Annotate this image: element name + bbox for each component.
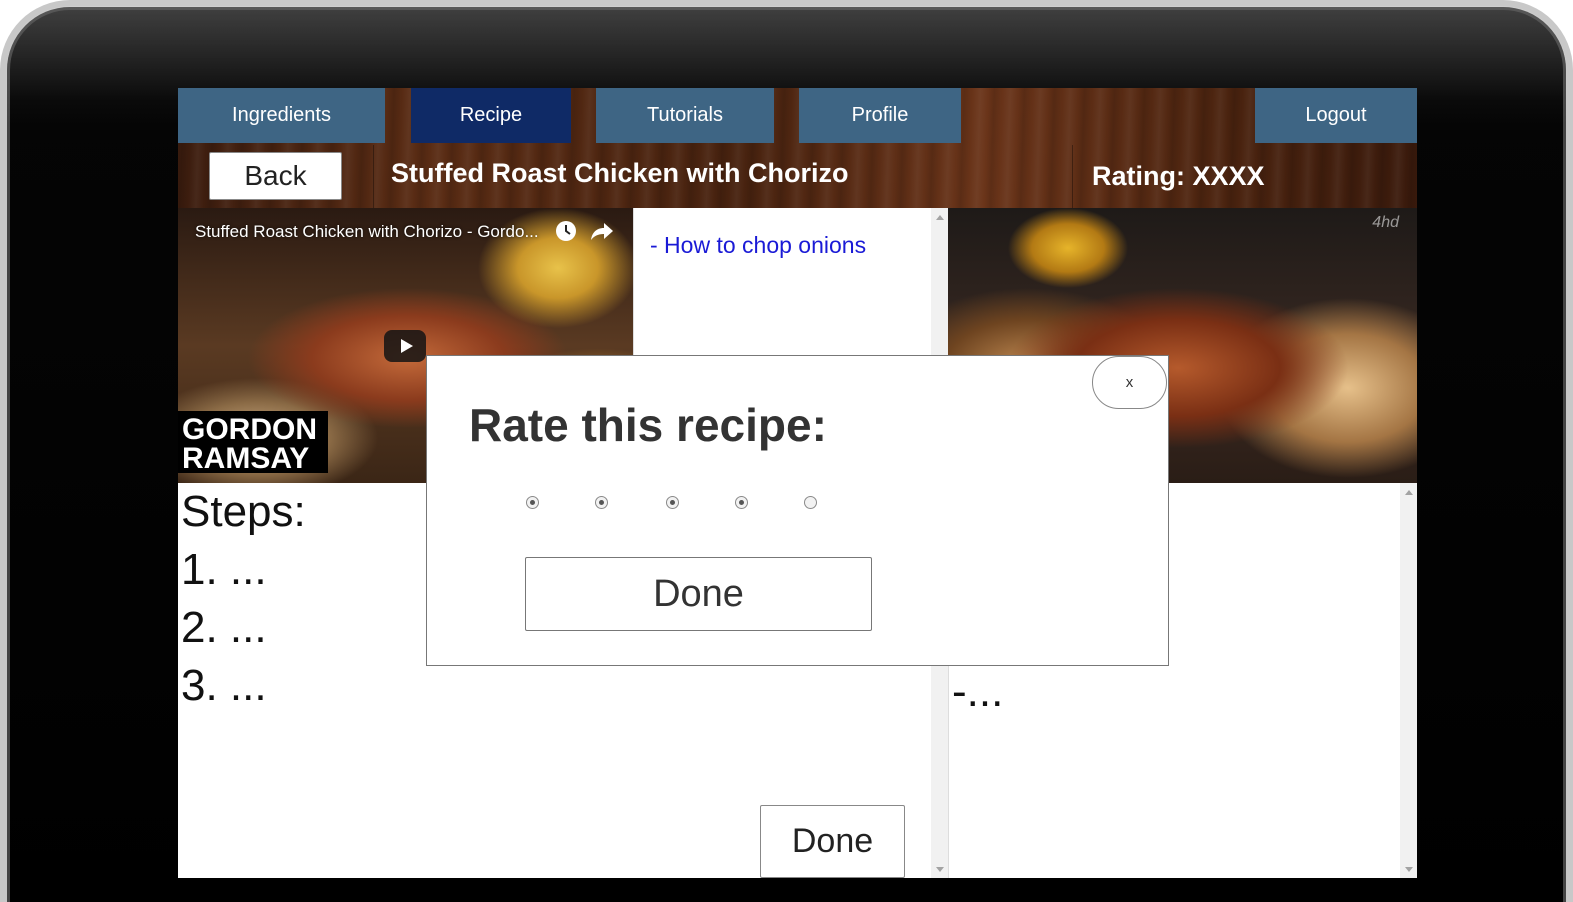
play-button[interactable] xyxy=(384,330,426,362)
play-icon xyxy=(400,339,413,353)
dialog-title: Rate this recipe: xyxy=(469,399,827,451)
share-icon[interactable] xyxy=(590,220,614,242)
dialog-done-button[interactable]: Done xyxy=(525,557,872,631)
brand-line-2: RAMSAY xyxy=(182,442,310,475)
scroll-up-arrow[interactable] xyxy=(1400,485,1417,499)
steps-heading: Steps: xyxy=(181,487,306,536)
logout-button[interactable]: Logout xyxy=(1255,88,1417,143)
rating-label: Rating: XXXX xyxy=(1092,161,1265,191)
step-item: 2. ... xyxy=(181,603,267,652)
rating-radio-1[interactable] xyxy=(526,496,539,509)
scroll-down-arrow[interactable] xyxy=(931,862,948,876)
ingredient-item: -... xyxy=(952,667,1004,716)
close-button[interactable]: x xyxy=(1092,356,1167,409)
done-button[interactable]: Done xyxy=(760,805,905,878)
rating-radio-5[interactable] xyxy=(804,496,817,509)
brand-line-1: GORDON xyxy=(182,413,317,446)
scroll-up-arrow[interactable] xyxy=(931,210,948,224)
tab-ingredients[interactable]: Ingredients xyxy=(178,88,385,143)
clock-icon[interactable] xyxy=(555,220,577,242)
tab-tutorials[interactable]: Tutorials xyxy=(596,88,774,143)
rate-recipe-dialog: x Rate this recipe: Done xyxy=(426,355,1169,666)
watermark-logo: 4hd xyxy=(1372,214,1399,231)
rating-radio-4[interactable] xyxy=(735,496,748,509)
tutorial-link-chop-onions[interactable]: - How to chop onions xyxy=(650,232,866,259)
ingredients-scrollbar[interactable] xyxy=(1400,483,1417,878)
step-item: 3. ... xyxy=(181,661,267,710)
gordon-ramsay-logo: GORDON RAMSAY xyxy=(178,411,328,475)
header-divider xyxy=(1072,145,1073,208)
recipe-title: Stuffed Roast Chicken with Chorizo xyxy=(391,158,849,188)
tab-profile[interactable]: Profile xyxy=(799,88,961,143)
tab-recipe[interactable]: Recipe xyxy=(411,88,571,143)
scroll-down-arrow[interactable] xyxy=(1400,862,1417,876)
step-item: 1. ... xyxy=(181,545,267,594)
rating-radio-2[interactable] xyxy=(595,496,608,509)
header-divider xyxy=(373,145,374,208)
rating-radio-3[interactable] xyxy=(666,496,679,509)
back-button[interactable]: Back xyxy=(209,152,342,200)
video-title[interactable]: Stuffed Roast Chicken with Chorizo - Gor… xyxy=(195,222,539,242)
